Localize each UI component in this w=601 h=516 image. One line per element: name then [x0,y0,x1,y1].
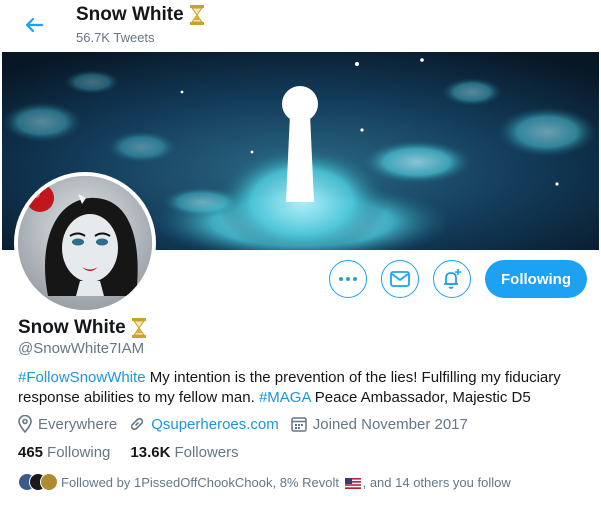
hourglass-icon [189,5,204,25]
tweets-count: 56.7K Tweets [76,30,155,45]
back-arrow-icon [25,17,44,33]
us-flag-icon [344,477,361,489]
bell-plus-icon [444,269,462,289]
location-text: Everywhere [38,415,118,433]
followers-label: Followers [174,444,239,461]
website: Qsuperheroes.com [129,416,279,433]
header-title: Snow White [76,4,204,26]
following-count: 465 [18,444,44,461]
followed-by[interactable]: Followed by 1PissedOffChookChook, 8% Rev… [18,473,511,491]
profile-header-bar: Snow White 56.7K Tweets [0,0,601,52]
back-button[interactable] [20,11,48,39]
notifications-button[interactable] [433,260,472,298]
calendar-icon [291,417,307,432]
avatar-art [18,176,152,310]
hashtag-link-maga[interactable]: #MAGA [259,389,311,406]
website-link[interactable]: Qsuperheroes.com [151,416,279,433]
join-date: Joined November 2017 [291,416,468,433]
follower-avatars [18,473,58,491]
more-icon [339,277,358,281]
hashtag-link-followsnowwhite[interactable]: #FollowSnowWhite [18,369,146,386]
bio-text: Peace Ambassador, Majestic D5 [310,389,531,406]
message-button[interactable] [381,260,420,298]
followed-by-text: Followed by 1PissedOffChookChook, 8% Rev… [61,475,511,490]
hourglass-icon [131,318,146,338]
location-pin-icon [18,415,32,433]
follow-counts: 465 Following 13.6K Followers [18,444,239,461]
envelope-icon [390,271,410,287]
profile-name: Snow White [18,317,146,339]
followed-by-suffix: , and 14 others you follow [362,474,511,490]
link-icon [131,417,144,431]
following-count-link[interactable]: 465 Following [18,444,110,461]
avatar[interactable] [14,172,156,314]
profile-name-text: Snow White [18,317,126,338]
following-label: Following [47,444,111,461]
profile-handle: @SnowWhite7IAM [18,340,145,357]
location: Everywhere [18,415,117,433]
following-button[interactable]: Following [485,260,587,298]
followers-count-link[interactable]: 13.6K Followers [130,444,238,461]
followers-count: 13.6K [130,444,171,461]
profile-actions: Following [329,260,587,298]
followed-by-prefix: Followed by 1PissedOffChookChook, 8% Rev… [61,474,339,490]
more-options-button[interactable] [329,260,368,298]
header-name: Snow White [76,4,184,25]
joined-text: Joined November 2017 [312,415,468,433]
profile-bio: #FollowSnowWhite My intention is the pre… [18,368,578,408]
profile-meta: Everywhere Qsuperheroes.com Joined Novem… [18,415,480,433]
follower-avatar [40,473,58,491]
